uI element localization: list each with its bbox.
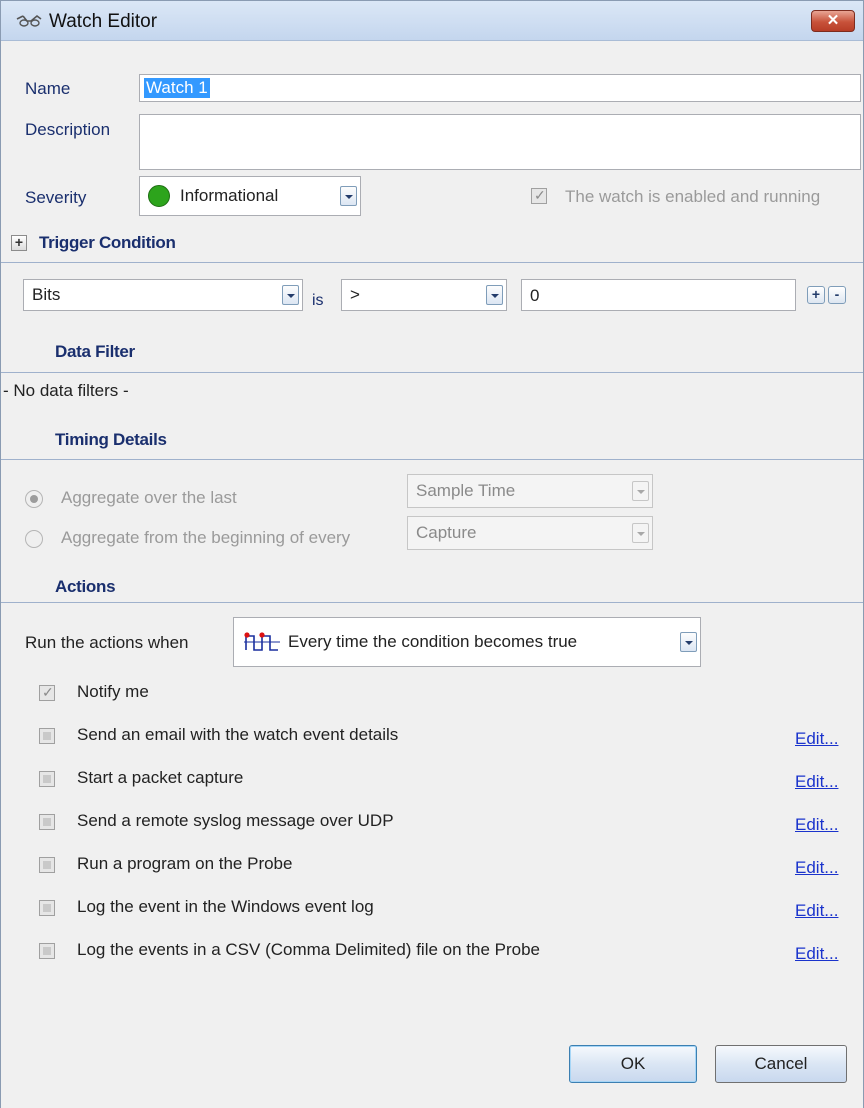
chevron-down-icon[interactable]	[632, 481, 649, 501]
close-button[interactable]: ✕	[811, 10, 855, 32]
chevron-down-icon[interactable]	[632, 523, 649, 543]
windows-log-checkbox[interactable]	[39, 900, 55, 916]
packet-capture-checkbox[interactable]	[39, 771, 55, 787]
email-checkbox[interactable]	[39, 728, 55, 744]
aggregate-last-value: Sample Time	[416, 481, 516, 500]
aggregate-last-select[interactable]: Sample Time	[407, 474, 653, 508]
actions-divider	[1, 602, 863, 603]
packet-capture-edit-link[interactable]: Edit...	[795, 772, 838, 792]
status-dot-icon	[148, 185, 170, 207]
aggregate-last-radio[interactable]	[25, 490, 43, 508]
aggregate-every-radio[interactable]	[25, 530, 43, 548]
aggregate-last-label: Aggregate over the last	[61, 488, 237, 507]
trigger-condition-title: Trigger Condition	[39, 233, 176, 252]
expand-icon[interactable]: +	[11, 235, 27, 251]
remove-condition-button[interactable]: -	[828, 286, 846, 304]
csv-log-edit-link[interactable]: Edit...	[795, 944, 838, 964]
description-label: Description	[25, 120, 111, 139]
run-program-edit-link[interactable]: Edit...	[795, 858, 838, 878]
timing-divider	[1, 459, 863, 460]
enabled-checkbox[interactable]	[531, 187, 547, 204]
trigger-metric-select[interactable]: Bits	[23, 279, 303, 311]
syslog-edit-link[interactable]: Edit...	[795, 815, 838, 835]
csv-log-checkbox[interactable]	[39, 943, 55, 959]
close-icon: ✕	[826, 12, 840, 29]
syslog-label: Send a remote syslog message over UDP	[77, 811, 394, 830]
dialog-body: Name Watch 1 Description Severity Inform…	[1, 42, 863, 1108]
actions-title: Actions	[55, 577, 116, 596]
data-filter-title: Data Filter	[55, 342, 135, 361]
notify-me-checkbox[interactable]	[39, 684, 55, 701]
email-action-label: Send an email with the watch event detai…	[77, 725, 399, 744]
chevron-down-icon[interactable]	[282, 285, 299, 305]
trigger-operator-value: >	[350, 285, 360, 304]
chevron-down-icon[interactable]	[680, 632, 697, 652]
run-program-checkbox[interactable]	[39, 857, 55, 873]
csv-log-label: Log the events in a CSV (Comma Delimited…	[77, 940, 541, 959]
no-data-filters-text: - No data filters -	[3, 381, 129, 400]
packet-capture-label: Start a packet capture	[77, 768, 244, 787]
name-label: Name	[25, 79, 71, 98]
severity-label: Severity	[25, 188, 87, 207]
severity-value: Informational	[180, 186, 279, 205]
aggregate-every-select[interactable]: Capture	[407, 516, 653, 550]
timing-details-title: Timing Details	[55, 430, 167, 449]
enabled-label: The watch is enabled and running	[565, 187, 821, 206]
watch-editor-window: Watch Editor ✕ Name Watch 1 Description …	[0, 0, 864, 1108]
trigger-value: 0	[530, 286, 540, 305]
description-input[interactable]	[139, 114, 861, 170]
notify-me-label: Notify me	[77, 682, 149, 701]
is-label: is	[312, 292, 324, 309]
add-condition-button[interactable]: +	[807, 286, 825, 304]
name-input[interactable]: Watch 1	[139, 74, 861, 102]
email-edit-link[interactable]: Edit...	[795, 729, 838, 749]
syslog-checkbox[interactable]	[39, 814, 55, 830]
data-filter-divider	[1, 372, 863, 373]
chevron-down-icon[interactable]	[486, 285, 503, 305]
windows-log-label: Log the event in the Windows event log	[77, 897, 374, 916]
trigger-metric-value: Bits	[32, 285, 61, 304]
aggregate-every-value: Capture	[416, 523, 477, 542]
severity-select[interactable]: Informational	[139, 176, 361, 216]
run-actions-label: Run the actions when	[25, 633, 189, 652]
minus-icon: -	[834, 286, 840, 302]
chevron-down-icon[interactable]	[340, 186, 357, 206]
trigger-edge-icon	[244, 632, 280, 651]
trigger-divider	[1, 262, 863, 263]
cancel-button[interactable]: Cancel	[715, 1045, 847, 1083]
trigger-operator-select[interactable]: >	[341, 279, 507, 311]
glasses-icon	[16, 14, 42, 27]
aggregate-every-label: Aggregate from the beginning of every	[61, 528, 351, 547]
title-bar[interactable]: Watch Editor ✕	[1, 1, 863, 41]
run-program-label: Run a program on the Probe	[77, 854, 293, 873]
ok-button[interactable]: OK	[569, 1045, 697, 1083]
windows-log-edit-link[interactable]: Edit...	[795, 901, 838, 921]
plus-icon: +	[811, 286, 821, 302]
trigger-value-input[interactable]: 0	[521, 279, 796, 311]
window-title: Watch Editor	[49, 11, 158, 32]
run-actions-select[interactable]: Every time the condition becomes true	[233, 617, 701, 667]
run-actions-value: Every time the condition becomes true	[288, 632, 578, 651]
name-value: Watch 1	[144, 78, 210, 98]
